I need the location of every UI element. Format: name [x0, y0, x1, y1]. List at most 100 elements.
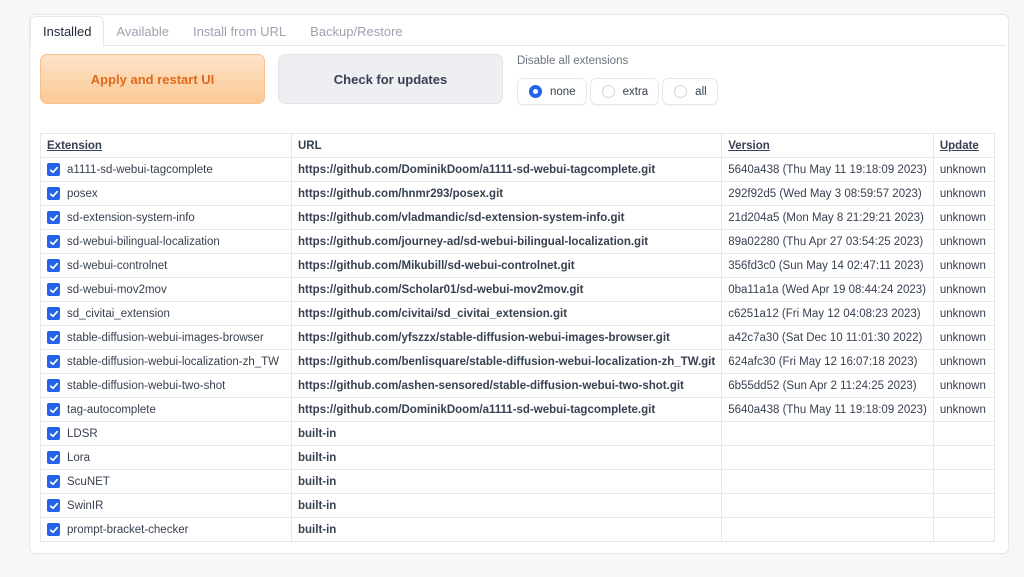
table-row: posex https://github.com/hnmr293/posex.gi… — [40, 181, 995, 206]
apply-and-restart-button[interactable]: Apply and restart UI — [40, 54, 265, 104]
update-cell — [932, 421, 995, 446]
extension-name: stable-diffusion-webui-localization-zh_T… — [67, 355, 279, 368]
enable-checkbox[interactable] — [47, 331, 60, 344]
enable-checkbox[interactable] — [47, 379, 60, 392]
url-cell: https://github.com/civitai/sd_civitai_ex… — [290, 301, 723, 326]
extension-name: sd-webui-mov2mov — [67, 283, 167, 296]
url-cell: built-in — [290, 469, 723, 494]
checkmark-icon — [49, 453, 59, 463]
extension-name: LDSR — [67, 427, 98, 440]
table-row: tag-autocomplete https://github.com/Domin… — [40, 397, 995, 422]
url-cell: https://github.com/hnmr293/posex.git — [290, 181, 723, 206]
extension-name: sd-webui-controlnet — [67, 259, 168, 272]
enable-checkbox[interactable] — [47, 427, 60, 440]
enable-checkbox[interactable] — [47, 475, 60, 488]
radio-none[interactable]: none — [517, 78, 587, 105]
enable-checkbox[interactable] — [47, 211, 60, 224]
header-url: URL — [290, 133, 723, 158]
enable-checkbox[interactable] — [47, 259, 60, 272]
tab-bar: Installed Available Install from URL Bac… — [30, 16, 415, 47]
extension-cell: sd-webui-bilingual-localization — [40, 229, 292, 254]
extension-name: prompt-bracket-checker — [67, 523, 189, 536]
radio-all[interactable]: all — [662, 78, 718, 105]
checkmark-icon — [49, 501, 59, 511]
enable-checkbox[interactable] — [47, 307, 60, 320]
enable-checkbox[interactable] — [47, 523, 60, 536]
update-cell — [932, 469, 995, 494]
checkmark-icon — [49, 261, 59, 271]
update-cell — [932, 493, 995, 518]
enable-checkbox[interactable] — [47, 451, 60, 464]
extensions-table: Extension URL Version Update a1111-sd-we… — [40, 133, 995, 542]
table-row: Lora built-in — [40, 445, 995, 470]
tab-divider — [30, 45, 1006, 46]
table-row: stable-diffusion-webui-images-browser htt… — [40, 325, 995, 350]
extension-cell: a1111-sd-webui-tagcomplete — [40, 157, 292, 182]
url-cell: built-in — [290, 445, 723, 470]
version-cell — [721, 421, 934, 446]
tab-backup-restore[interactable]: Backup/Restore — [298, 16, 415, 46]
url-cell: https://github.com/DominikDoom/a1111-sd-… — [290, 397, 723, 422]
enable-checkbox[interactable] — [47, 403, 60, 416]
radio-label: all — [695, 85, 707, 98]
disable-extensions-radio-group: none extra all — [517, 78, 718, 105]
extension-name: stable-diffusion-webui-two-shot — [67, 379, 226, 392]
update-cell: unknown — [932, 397, 995, 422]
tab-available[interactable]: Available — [104, 16, 181, 46]
radio-circle-icon — [601, 85, 615, 98]
url-cell: https://github.com/Mikubill/sd-webui-con… — [290, 253, 723, 278]
extension-cell: LDSR — [40, 421, 292, 446]
url-cell: https://github.com/ashen-sensored/stable… — [290, 373, 723, 398]
extension-name: sd-extension-system-info — [67, 211, 195, 224]
enable-checkbox[interactable] — [47, 163, 60, 176]
version-cell: 5640a438 (Thu May 11 19:18:09 2023) — [721, 157, 934, 182]
checkmark-icon — [49, 189, 59, 199]
check-for-updates-button[interactable]: Check for updates — [278, 54, 503, 104]
enable-checkbox[interactable] — [47, 499, 60, 512]
disable-extensions-label: Disable all extensions — [517, 55, 629, 67]
version-cell: 21d204a5 (Mon May 8 21:29:21 2023) — [721, 205, 934, 230]
update-cell: unknown — [932, 229, 995, 254]
tab-install-from-url[interactable]: Install from URL — [181, 16, 298, 46]
url-cell: https://github.com/vladmandic/sd-extensi… — [290, 205, 723, 230]
extension-cell: sd_civitai_extension — [40, 301, 292, 326]
update-cell — [932, 517, 995, 542]
enable-checkbox[interactable] — [47, 235, 60, 248]
update-cell: unknown — [932, 277, 995, 302]
table-row: sd-webui-controlnet https://github.com/Mi… — [40, 253, 995, 278]
extension-cell: stable-diffusion-webui-localization-zh_T… — [40, 349, 292, 374]
radio-circle-icon — [529, 85, 542, 98]
url-cell: built-in — [290, 493, 723, 518]
checkmark-icon — [49, 213, 59, 223]
enable-checkbox[interactable] — [47, 283, 60, 296]
version-cell: c6251a12 (Fri May 12 04:08:23 2023) — [721, 301, 934, 326]
version-cell — [721, 469, 934, 494]
checkmark-icon — [49, 165, 59, 175]
table-row: LDSR built-in — [40, 421, 995, 446]
radio-extra[interactable]: extra — [589, 78, 660, 105]
url-cell: https://github.com/Scholar01/sd-webui-mo… — [290, 277, 723, 302]
extension-cell: sd-webui-mov2mov — [40, 277, 292, 302]
extension-cell: prompt-bracket-checker — [40, 517, 292, 542]
enable-checkbox[interactable] — [47, 187, 60, 200]
extension-cell: Lora — [40, 445, 292, 470]
extension-name: ScuNET — [67, 475, 110, 488]
table-row: sd-webui-mov2mov https://github.com/Schol… — [40, 277, 995, 302]
enable-checkbox[interactable] — [47, 355, 60, 368]
update-cell: unknown — [932, 181, 995, 206]
extension-name: a1111-sd-webui-tagcomplete — [67, 163, 213, 176]
version-cell — [721, 445, 934, 470]
version-cell: 5640a438 (Thu May 11 19:18:09 2023) — [721, 397, 934, 422]
url-cell: https://github.com/benlisquare/stable-di… — [290, 349, 723, 374]
checkmark-icon — [49, 525, 59, 535]
url-cell: https://github.com/journey-ad/sd-webui-b… — [290, 229, 723, 254]
extension-cell: tag-autocomplete — [40, 397, 292, 422]
table-row: stable-diffusion-webui-localization-zh_T… — [40, 349, 995, 374]
tab-installed[interactable]: Installed — [30, 16, 105, 47]
checkmark-icon — [49, 333, 59, 343]
table-row: stable-diffusion-webui-two-shot https://g… — [40, 373, 995, 398]
version-cell: 0ba11a1a (Wed Apr 19 08:44:24 2023) — [721, 277, 934, 302]
extension-cell: SwinIR — [40, 493, 292, 518]
extension-cell: ScuNET — [40, 469, 292, 494]
table-row: ScuNET built-in — [40, 469, 995, 494]
